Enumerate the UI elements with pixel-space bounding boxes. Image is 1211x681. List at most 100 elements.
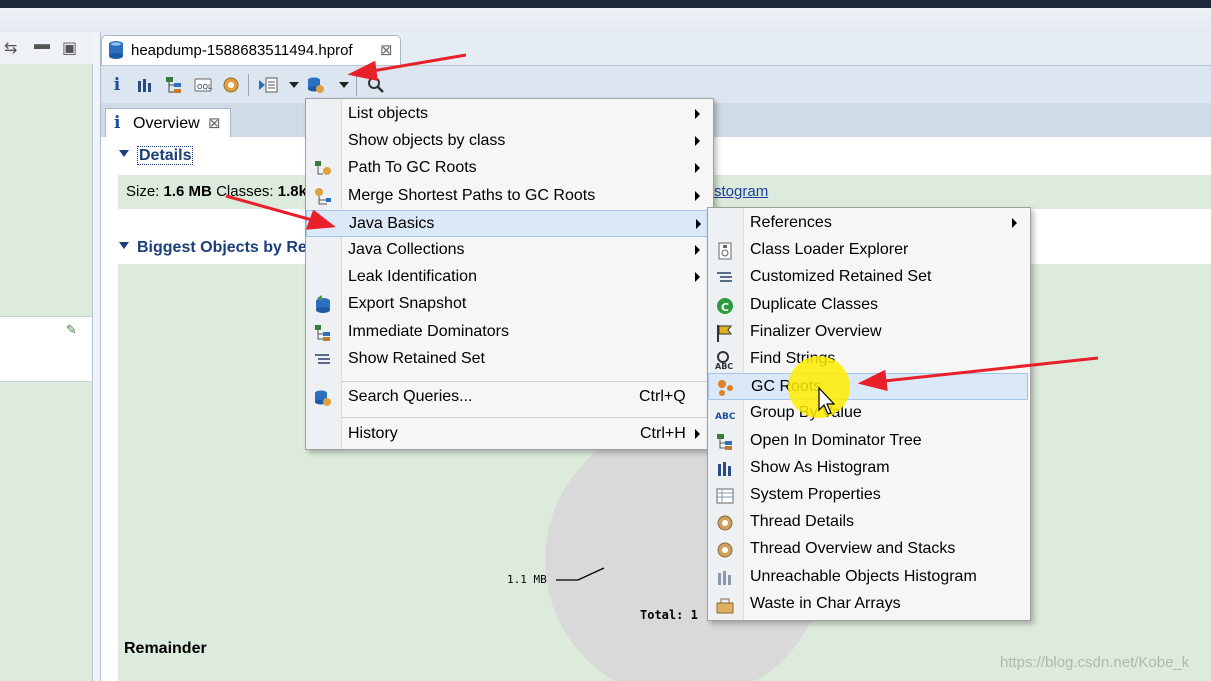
- menu-item-shortcut: Ctrl+Q: [639, 388, 686, 405]
- pie-slice-label: 1.1 MB: [507, 573, 547, 586]
- menu-item-find-strings[interactable]: ABC Find Strings: [708, 346, 1028, 373]
- menu-separator: [342, 381, 712, 382]
- menu-item-system-properties[interactable]: System Properties: [708, 482, 1028, 509]
- query-dropdown-menu: List objects Show objects by class Path To…: [305, 98, 714, 450]
- pie-total-label: Total: 1: [640, 608, 698, 622]
- menu-item-path-to-gc-roots[interactable]: Path To GC Roots: [306, 155, 713, 182]
- menu-item-open-in-dominator-tree[interactable]: Open In Dominator Tree: [708, 428, 1028, 455]
- svg-text:OQL: OQL: [197, 83, 212, 91]
- classes-label: Classes:: [216, 183, 274, 200]
- menu-item-class-loader-explorer[interactable]: Class Loader Explorer: [708, 237, 1028, 264]
- menu-item-label: Finalizer Overview: [750, 322, 882, 340]
- path-gc-roots-icon: [313, 159, 333, 179]
- run-report-icon[interactable]: [257, 74, 279, 96]
- tab-overview-label: Overview: [133, 115, 200, 132]
- menu-item-leak-identification[interactable]: Leak Identification: [306, 264, 713, 291]
- close-icon[interactable]: ⊠: [208, 114, 221, 132]
- minimize-icon[interactable]: ▬: [34, 36, 50, 54]
- details-header-text: Details: [137, 146, 194, 165]
- thread-overview-icon[interactable]: [220, 74, 242, 96]
- biggest-objects-header[interactable]: Biggest Objects by Re: [119, 239, 307, 257]
- histogram-icon[interactable]: [134, 74, 156, 96]
- submenu-arrow-icon: [695, 163, 700, 174]
- left-panel-section: [0, 316, 92, 382]
- overview-icon[interactable]: i: [106, 74, 128, 96]
- info-icon: i: [114, 113, 121, 133]
- details-section-header[interactable]: Details: [119, 146, 194, 165]
- menu-item-java-basics[interactable]: Java Basics: [306, 209, 713, 237]
- menu-item-label: References: [750, 214, 832, 231]
- menu-item-label: Java Basics: [349, 214, 435, 232]
- editor-tab-heapdump[interactable]: heapdump-1588683511494.hprof ⊠: [101, 35, 401, 65]
- menu-item-list-objects[interactable]: List objects: [306, 101, 713, 128]
- menu-item-gc-roots[interactable]: GC Roots: [708, 373, 1028, 401]
- heap-dump-icon: [109, 41, 123, 59]
- collapse-icon: [119, 150, 129, 157]
- menu-item-group-by-value[interactable]: ABCGroup By Value: [708, 400, 1028, 427]
- maximize-icon[interactable]: ▣: [62, 38, 77, 58]
- menu-item-label: Search Queries...: [348, 388, 473, 405]
- menu-item-waste-in-char-arrays[interactable]: Waste in Char Arrays: [708, 591, 1028, 618]
- pin-icon[interactable]: ✎: [66, 322, 77, 338]
- menu-item-thread-overview-and-stacks[interactable]: Thread Overview and Stacks: [708, 536, 1028, 563]
- cursor-highlight: [788, 356, 850, 418]
- tab-overview[interactable]: i Overview ⊠: [105, 108, 231, 138]
- system-properties-icon: [715, 486, 735, 506]
- menu-item-immediate-dominators[interactable]: Immediate Dominators: [306, 319, 713, 346]
- query-browser-icon[interactable]: [305, 74, 327, 96]
- menu-item-references[interactable]: References: [708, 210, 1028, 237]
- menu-item-merge-shortest-paths-to-gc-roots[interactable]: Merge Shortest Paths to GC Roots: [306, 183, 713, 210]
- menu-item-label: System Properties: [750, 486, 881, 503]
- menu-item-thread-details[interactable]: Thread Details: [708, 509, 1028, 536]
- details-summary: Size: 1.6 MB Classes: 1.8k: [126, 183, 307, 200]
- svg-text:C: C: [721, 301, 729, 314]
- menu-item-label: Export Snapshot: [348, 295, 467, 313]
- menu-item-label: Duplicate Classes: [750, 295, 879, 313]
- menu-item-label: Show objects by class: [348, 132, 506, 150]
- menu-item-label: Show As Histogram: [750, 458, 890, 476]
- menu-item-shortcut: Ctrl+H: [640, 425, 686, 442]
- submenu-arrow-icon: [695, 136, 700, 147]
- left-panel: [0, 32, 93, 681]
- menu-item-customized-retained-set[interactable]: Customized Retained Set: [708, 264, 1028, 291]
- submenu-arrow-icon: [695, 245, 700, 255]
- char-arrays-icon: [715, 595, 735, 615]
- merge-paths-icon: [313, 187, 333, 207]
- collapse-icon: [119, 242, 129, 249]
- dominator-tree-icon[interactable]: [163, 74, 185, 96]
- link-editor-icon[interactable]: ⇆: [4, 38, 17, 58]
- menu-item-history[interactable]: History Ctrl+H: [306, 421, 713, 448]
- submenu-arrow-icon: [1012, 218, 1017, 228]
- retained-set-icon: [313, 350, 333, 370]
- watermark: https://blog.csdn.net/Kobe_k: [1000, 654, 1190, 671]
- menu-item-export-snapshot[interactable]: Export Snapshot: [306, 291, 713, 318]
- menu-item-label: Open In Dominator Tree: [750, 431, 922, 449]
- close-icon[interactable]: ⊠: [380, 41, 393, 59]
- menu-item-show-as-histogram[interactable]: Show As Histogram: [708, 455, 1028, 482]
- menu-item-label: History: [348, 425, 398, 442]
- histogram-link[interactable]: stogram: [714, 183, 768, 200]
- menu-item-duplicate-classes[interactable]: C Duplicate Classes: [708, 292, 1028, 319]
- menu-item-label: Leak Identification: [348, 268, 477, 286]
- menu-item-label: Thread Details: [750, 513, 855, 531]
- menu-item-show-objects-by-class[interactable]: Show objects by class: [306, 128, 713, 155]
- chevron-down-icon[interactable]: [283, 74, 305, 96]
- menu-item-label: Merge Shortest Paths to GC Roots: [348, 186, 596, 204]
- group-by-value-icon: ABC: [715, 404, 736, 424]
- search-icon[interactable]: [365, 74, 387, 96]
- menu-item-unreachable-objects-histogram[interactable]: Unreachable Objects Histogram: [708, 564, 1028, 591]
- menu-item-label: Unreachable Objects Histogram: [750, 567, 977, 585]
- menu-item-finalizer-overview[interactable]: Finalizer Overview: [708, 319, 1028, 346]
- menu-item-label: Java Collections: [348, 241, 465, 258]
- menu-separator: [342, 417, 712, 418]
- export-snapshot-icon: [313, 295, 333, 315]
- chevron-down-icon[interactable]: [333, 74, 355, 96]
- submenu-arrow-icon: [696, 218, 701, 229]
- menu-item-show-retained-set[interactable]: Show Retained Set: [306, 346, 713, 373]
- menu-item-label: Customized Retained Set: [750, 268, 932, 286]
- remainder-label: Remainder: [124, 640, 207, 657]
- menu-item-label: Path To GC Roots: [348, 159, 477, 177]
- menu-item-search-queries[interactable]: Search Queries... Ctrl+Q: [306, 384, 713, 411]
- oql-icon[interactable]: OQL: [192, 74, 214, 96]
- menu-item-java-collections[interactable]: Java Collections: [306, 237, 713, 264]
